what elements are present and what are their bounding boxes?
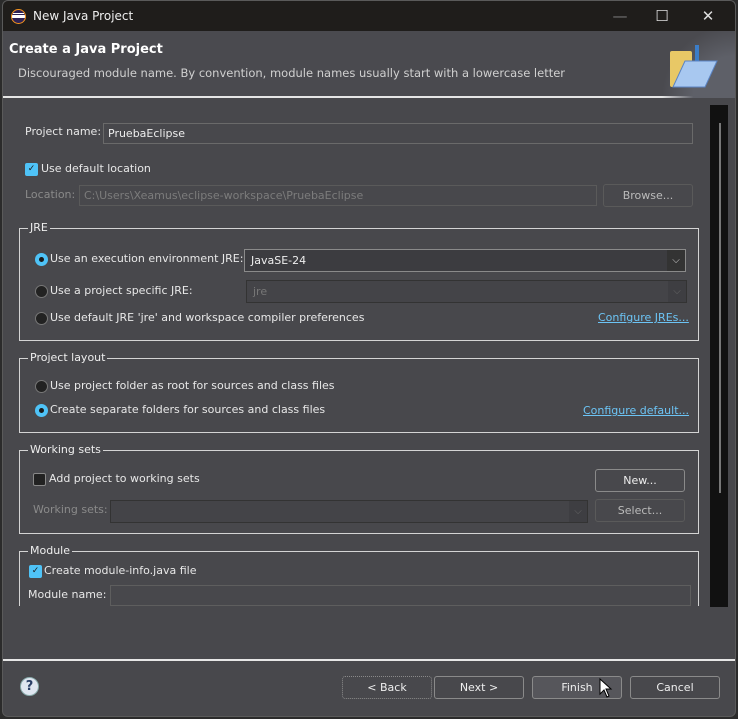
new-working-set-button[interactable]: New... xyxy=(595,469,685,492)
working-sets-group-title: Working sets xyxy=(28,443,103,456)
location-label: Location: xyxy=(25,188,76,201)
mouse-cursor-icon xyxy=(599,678,613,698)
location-input[interactable]: C:\Users\Xeamus\eclipse-workspace\Prueba… xyxy=(79,185,597,206)
content-clip xyxy=(3,606,708,658)
new-java-project-dialog: New Java Project — ☐ ✕ Create a Java Pro… xyxy=(2,0,736,717)
help-icon[interactable]: ? xyxy=(20,677,39,696)
close-button[interactable]: ✕ xyxy=(685,1,731,31)
maximize-button[interactable]: ☐ xyxy=(639,1,685,31)
new-java-project-folder-icon xyxy=(670,45,718,88)
chevron-down-icon: ⌵ xyxy=(569,501,587,522)
vertical-scrollbar[interactable] xyxy=(710,105,728,607)
next-button[interactable]: Next > xyxy=(434,676,524,699)
chevron-down-icon: ⌵ xyxy=(668,281,686,302)
minimize-button[interactable]: — xyxy=(597,1,643,31)
separate-folders-radio[interactable] xyxy=(35,404,48,417)
default-jre-radio[interactable] xyxy=(35,312,48,325)
browse-button[interactable]: Browse... xyxy=(603,184,693,207)
module-name-label: Module name: xyxy=(28,588,107,601)
working-sets-select[interactable]: ⌵ xyxy=(110,500,588,523)
create-module-info-label: Create module-info.java file xyxy=(44,564,197,577)
project-specific-jre-value: jre xyxy=(253,285,268,298)
eclipse-logo-icon xyxy=(11,8,26,24)
project-name-label: Project name: xyxy=(25,125,102,138)
default-jre-label: Use default JRE 'jre' and workspace comp… xyxy=(50,311,365,324)
create-module-info-checkbox[interactable]: ✓ xyxy=(29,565,42,578)
execution-environment-value: JavaSE-24 xyxy=(251,254,307,267)
separate-folders-label: Create separate folders for sources and … xyxy=(50,403,326,416)
wizard-header: Create a Java Project Discouraged module… xyxy=(3,31,735,98)
add-to-working-sets-label: Add project to working sets xyxy=(49,472,200,485)
configure-jres-link[interactable]: Configure JREs... xyxy=(598,311,689,324)
use-default-location-label: Use default location xyxy=(41,162,151,175)
scrollbar-thumb[interactable] xyxy=(719,123,721,493)
project-layout-group: Project layout xyxy=(19,351,699,433)
project-layout-group-title: Project layout xyxy=(28,351,108,364)
chevron-down-icon: ⌵ xyxy=(667,250,685,271)
project-name-input[interactable]: PruebaEclipse xyxy=(103,123,693,144)
jre-group-title: JRE xyxy=(28,221,50,234)
execution-environment-label: Use an execution environment JRE: xyxy=(50,252,244,265)
cancel-button[interactable]: Cancel xyxy=(630,676,720,699)
project-folder-root-radio[interactable] xyxy=(35,380,48,393)
module-group-title: Module xyxy=(28,544,72,557)
project-folder-root-label: Use project folder as root for sources a… xyxy=(50,379,335,392)
title-bar: New Java Project — ☐ ✕ xyxy=(3,1,735,31)
project-specific-jre-radio[interactable] xyxy=(35,285,48,298)
execution-environment-radio[interactable] xyxy=(35,253,48,266)
window-title: New Java Project xyxy=(33,9,134,23)
warning-message: Discouraged module name. By convention, … xyxy=(18,66,566,80)
add-to-working-sets-checkbox[interactable] xyxy=(33,473,46,486)
working-sets-label: Working sets: xyxy=(33,503,108,516)
back-button[interactable]: < Back xyxy=(342,676,432,699)
project-specific-jre-label: Use a project specific JRE: xyxy=(50,284,193,297)
project-specific-jre-select[interactable]: jre ⌵ xyxy=(246,280,687,303)
execution-environment-select[interactable]: JavaSE-24 ⌵ xyxy=(244,249,686,272)
page-title: Create a Java Project xyxy=(9,42,163,57)
select-working-sets-button[interactable]: Select... xyxy=(595,499,685,522)
footer-separator xyxy=(3,659,735,661)
configure-default-link[interactable]: Configure default... xyxy=(583,404,689,417)
module-name-input[interactable] xyxy=(110,585,691,606)
use-default-location-checkbox[interactable]: ✓ xyxy=(25,163,38,176)
